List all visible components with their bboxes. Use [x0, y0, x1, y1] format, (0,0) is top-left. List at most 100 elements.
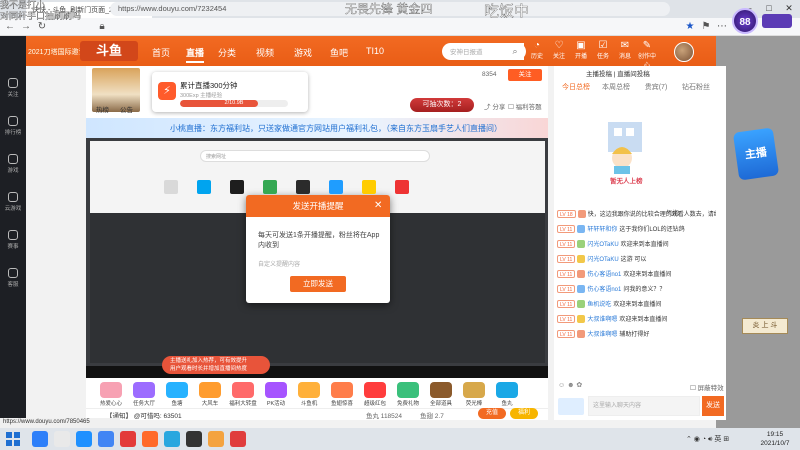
send-now-button[interactable]: 立即发送 — [290, 276, 346, 292]
lucky-draw-button[interactable]: 可抽次数：2 — [410, 98, 474, 112]
back-icon[interactable]: ← — [4, 21, 16, 33]
video-control-bar[interactable] — [86, 366, 548, 378]
nav-mail-button[interactable]: ✉ 消息 — [615, 40, 635, 60]
report-button[interactable]: ☐ 福利答题 — [508, 101, 542, 111]
chat-tab-0[interactable]: 今日总榜 — [556, 82, 596, 92]
nav-link-0[interactable]: 首页 — [152, 46, 170, 59]
nav-task-button[interactable]: ☑ 任务 — [593, 40, 613, 60]
chat-username[interactable]: 鱼机说吃 — [587, 302, 611, 308]
menu-icon[interactable]: ⋯ — [716, 21, 728, 33]
taskbar-app-icon[interactable] — [208, 431, 224, 447]
chat-message[interactable]: LV 11 大叔谁啊嗯 辅助打得好 — [554, 328, 716, 343]
chat-tab-1[interactable]: 本周总榜 — [596, 82, 636, 92]
gift-item[interactable]: 鱼塘 — [162, 382, 192, 407]
bookmark-star-icon[interactable]: ★ — [684, 21, 696, 33]
nav-link-2[interactable]: 分类 — [218, 46, 236, 59]
nav-pen-button[interactable]: ✎ 创作中心 — [637, 40, 657, 69]
taskbar-app-icon[interactable] — [186, 431, 202, 447]
close-icon[interactable]: ✕ — [374, 200, 382, 211]
streamer-tab-notice[interactable]: 公告 — [120, 104, 133, 114]
nav-history-button[interactable]: ◔ 历史 — [527, 40, 547, 60]
taskbar-app-icon[interactable] — [120, 431, 136, 447]
gift-item[interactable]: 全部道具 — [426, 382, 456, 407]
gift-item[interactable]: 斗鱼机 — [294, 382, 324, 407]
taskbar-app-icon[interactable] — [76, 431, 92, 447]
system-tray[interactable]: ⌃ ◉ ◔ 🔊︎ 英 ⊞ — [686, 434, 729, 444]
gift-item[interactable]: 鱼翅惊喜 — [327, 382, 357, 407]
nav-camera-button[interactable]: ▣ 开播 — [571, 40, 591, 60]
nav-link-3[interactable]: 视频 — [256, 46, 274, 59]
taskbar-app-icon[interactable] — [164, 431, 180, 447]
chat-input[interactable]: 这里输入聊天内容 — [588, 396, 700, 416]
chat-username[interactable]: 闪光OTaKU — [587, 242, 618, 248]
taskbar-app-icon[interactable] — [98, 431, 114, 447]
shield-effects-toggle[interactable]: ☐ 屏蔽特效 — [690, 382, 724, 392]
douyu-logo[interactable]: 斗鱼 — [80, 41, 138, 61]
emoji-icon[interactable]: ☺ ☻ ✿ — [558, 381, 582, 389]
extensions-icon[interactable]: ⚑ — [700, 21, 712, 33]
search-icon[interactable]: ⌕ — [504, 43, 526, 60]
windows-start-icon[interactable] — [6, 432, 20, 446]
modal-custom-content-input[interactable]: 自定义提醒内容 — [258, 259, 300, 268]
chat-message[interactable]: LV 11 轩轩轩和你 这于我你们LOL的还钻鸽 — [554, 223, 716, 238]
nav-link-6[interactable]: TI10 — [366, 46, 384, 56]
sidebar-item-0[interactable]: 关注 — [0, 78, 26, 98]
gift-item[interactable]: 热爱心心 — [96, 382, 126, 407]
nav-link-1[interactable]: 直播 — [186, 46, 205, 63]
chat-message[interactable]: LV 11 闪光OTaKU 这游 可以 — [554, 253, 716, 268]
taskbar-app-icon[interactable] — [230, 431, 246, 447]
sidebar-item-2[interactable]: 游戏 — [0, 154, 26, 174]
follow-button[interactable]: 关注 — [508, 69, 542, 81]
gift-item[interactable]: 荧光棒 — [459, 382, 489, 407]
gift-item[interactable]: 鱼丸 — [492, 382, 522, 407]
chat-title[interactable]: 主播投稿 | 直播间投稿 — [586, 68, 650, 78]
reload-icon[interactable]: ↻ — [36, 21, 48, 33]
taskbar-clock[interactable]: 19:15 2021/10/7 — [752, 430, 798, 448]
chat-tab-2[interactable]: 贵宾(7) — [636, 82, 676, 92]
share-button[interactable]: ⤴ 分享 — [484, 101, 505, 111]
taskbar-app-icon[interactable] — [54, 431, 70, 447]
sidebar-item-5[interactable]: 客服 — [0, 268, 26, 288]
chat-message[interactable]: LV 11 伤心客语no1 问我的意义？？ — [554, 283, 716, 298]
user-avatar[interactable] — [674, 42, 694, 62]
chat-username[interactable]: 大叔谁啊嗯 — [587, 317, 617, 323]
taskbar-app-icon[interactable] — [142, 431, 158, 447]
send-button[interactable]: 发送 — [702, 396, 724, 416]
chat-message-list[interactable]: LV 18 快，这边我跟你说的比较合理的观看人数去，请给我们的好东西加入我们的战队… — [554, 208, 716, 378]
chat-username[interactable]: 大叔谁啊嗯 — [587, 332, 617, 338]
gift-item[interactable]: 超级红包 — [360, 382, 390, 407]
welfare-button[interactable]: 福利 — [510, 408, 538, 419]
forward-icon[interactable]: → — [20, 21, 32, 33]
chat-message[interactable]: LV 11 闪光OTaKU 欢迎来到本直播间 — [554, 238, 716, 253]
taskbar-app-icon[interactable] — [32, 431, 48, 447]
gift-item[interactable]: 任务大厅 — [129, 382, 159, 407]
side-stamp: 炎 上 斗 — [742, 318, 788, 334]
chat-message[interactable]: LV 11 伤心客语no1 欢迎来到本直播间 — [554, 268, 716, 283]
close-window-icon[interactable]: ✕ — [782, 2, 796, 14]
gift-tip-toast[interactable]: 主播送礼加入热荐，可有效提升 用户观看时长并增加直播间热度 — [162, 356, 270, 374]
nav-link-4[interactable]: 游戏 — [294, 46, 312, 59]
maximize-icon[interactable]: □ — [762, 2, 776, 14]
sidebar-item-4[interactable]: 赛事 — [0, 230, 26, 250]
chat-username[interactable]: 伤心客语no1 — [587, 272, 621, 278]
sidebar-item-1[interactable]: 排行榜 — [0, 116, 26, 136]
chat-message[interactable]: LV 18 快，这边我跟你说的比较合理的观看人数去，请给我们的好东西加入我们的战队 — [554, 208, 716, 223]
sidebar-item-3[interactable]: 云游戏 — [0, 192, 26, 212]
chat-message[interactable]: LV 11 鱼机说吃 欢迎来到本直播间 — [554, 298, 716, 313]
streamer-tab-hot[interactable]: 热榜 — [96, 104, 109, 114]
chat-username[interactable]: 闪光OTaKU — [587, 257, 618, 263]
nav-link-5[interactable]: 鱼吧 — [330, 46, 348, 59]
chat-username[interactable]: 轩轩轩和你 — [587, 227, 617, 233]
fan-badge-icon[interactable] — [558, 398, 584, 415]
chat-username[interactable]: 伤心客语no1 — [587, 287, 621, 293]
charge-button[interactable]: 充值 — [478, 408, 506, 419]
right-side-ad[interactable]: 主播 — [732, 127, 780, 181]
chat-tab-3[interactable]: 钻石粉丝 — [676, 82, 716, 92]
gift-item[interactable]: 免费礼物 — [393, 382, 423, 407]
chat-message[interactable]: LV 11 大叔谁啊嗯 欢迎来到本直播间 — [554, 313, 716, 328]
gift-item[interactable]: 福利大转盘 — [228, 382, 258, 407]
gift-item[interactable]: 大风车 — [195, 382, 225, 407]
input-lang[interactable]: 英 — [714, 436, 721, 443]
nav-heart-button[interactable]: ♡ 关注 — [549, 40, 569, 60]
gift-item[interactable]: PK活动 — [261, 382, 291, 407]
